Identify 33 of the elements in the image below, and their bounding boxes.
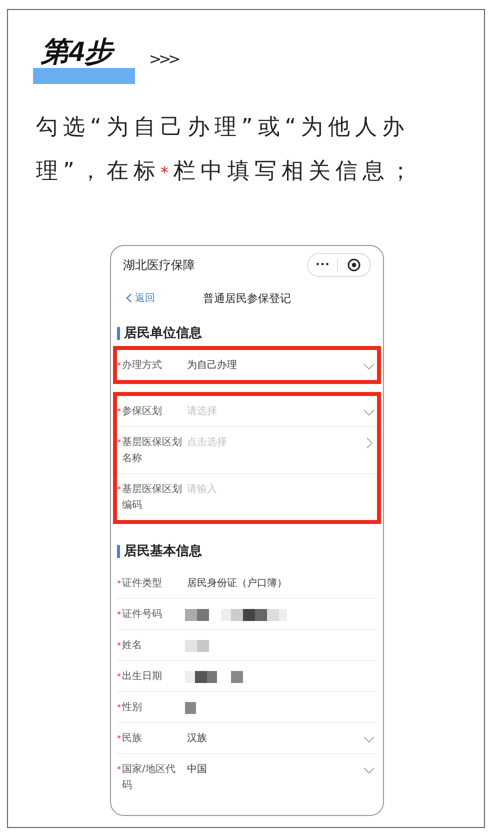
field-label: *民族 — [117, 732, 143, 746]
page-title: 普通居民参保登记 — [203, 290, 291, 306]
field-placeholder[interactable]: 点击选择 — [185, 435, 363, 451]
field-value: 居民身份证（户口簿） — [186, 576, 288, 591]
field-label: *性别 — [117, 700, 143, 715]
masked-value-drawing — [185, 671, 243, 683]
field-label: *姓名 — [117, 639, 143, 653]
masked-value-drawing — [185, 702, 196, 714]
field-label: *办理方式 — [117, 358, 163, 373]
field-value: 中国 — [186, 762, 208, 777]
field-label: *基层医保区划编码 — [117, 482, 183, 513]
field-placeholder[interactable]: 请输入 — [185, 482, 377, 498]
app-title: 湖北医疗保障 — [123, 256, 195, 274]
field-label: *证件类型 — [117, 576, 163, 591]
section-marker — [117, 544, 120, 558]
field-placeholder[interactable]: 请选择 — [185, 404, 363, 420]
arrows-text: >>> — [149, 50, 178, 68]
section-title: 居民单位信息 — [124, 325, 202, 342]
field-label: *基层医保区划名称 — [117, 436, 183, 466]
field-label: *参保区划 — [117, 404, 163, 419]
step-title: 第4步 — [40, 36, 116, 68]
field-label: *出生日期 — [117, 670, 163, 684]
field-value: 汉族 — [186, 732, 208, 746]
capsule-menu[interactable]: ••• — [307, 253, 371, 277]
section-title: 居民基本信息 — [124, 543, 202, 560]
back-link[interactable]: 返回 — [125, 291, 155, 305]
back-icon[interactable] — [125, 293, 132, 303]
field-label: *证件号码 — [117, 608, 163, 622]
instruction-text: 勾选“为自己办理”或“为他人办理”，在标*栏中填写相关信息； — [36, 114, 418, 186]
field-value: 为自己办理 — [186, 358, 238, 373]
field-label: *国家/地区代码 — [117, 762, 176, 793]
masked-value-drawing — [185, 640, 209, 652]
section-marker — [117, 326, 120, 340]
